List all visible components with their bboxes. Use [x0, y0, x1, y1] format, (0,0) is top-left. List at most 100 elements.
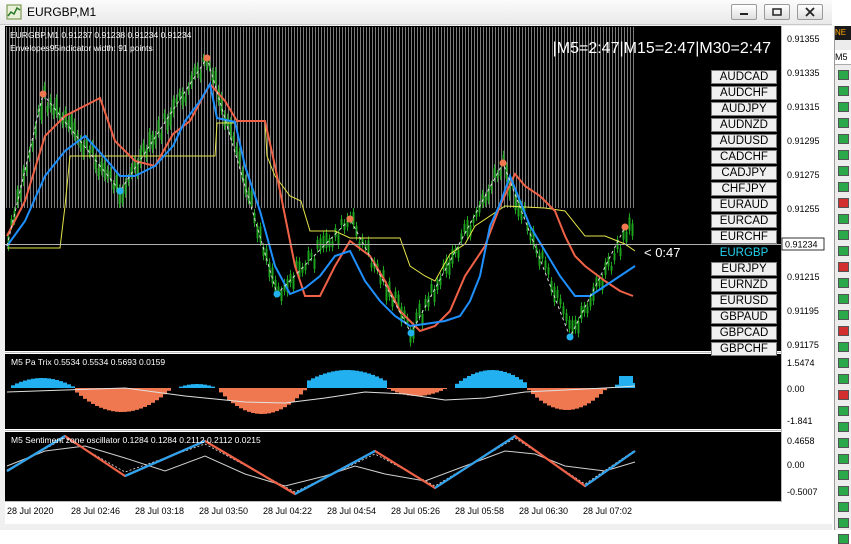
trix-bar-negative: [235, 388, 239, 406]
trix-bar-negative: [539, 388, 543, 401]
trix-bar-positive: [15, 383, 19, 388]
symbol-button-audnzd[interactable]: AUDNZD: [711, 118, 777, 132]
candle-body: [55, 98, 58, 115]
minimize-button[interactable]: [731, 4, 757, 20]
trix-bar-positive: [359, 371, 363, 388]
candle-body: [94, 157, 97, 170]
strip-indicator-cell: [838, 342, 849, 352]
trix-bar-negative: [271, 388, 275, 413]
symbol-button-eurnzd[interactable]: EURNZD: [711, 278, 777, 292]
trough-dot: [116, 187, 124, 195]
current-price-label: 0.91234: [785, 240, 818, 250]
symbol-button-eurjpy[interactable]: EURJPY: [711, 262, 777, 276]
trix-bar-positive: [311, 378, 315, 388]
sentiment-tick: -0.5007: [787, 487, 818, 497]
symbol-button-eurgbp[interactable]: EURGBP: [711, 246, 777, 260]
strip-tab[interactable]: M5: [835, 50, 851, 65]
trix-bar-positive: [487, 370, 491, 388]
trix-tick: 0.00: [787, 384, 805, 394]
symbol-button-eurcad[interactable]: EURCAD: [711, 214, 777, 228]
candle-body: [457, 249, 460, 258]
trix-bar-negative: [583, 388, 587, 406]
candle-body: [367, 240, 370, 254]
sentiment-tick: 0.00: [787, 460, 805, 470]
sentiment-info-label: M5 Sentiment zone oscillator 0.1284 0.12…: [11, 435, 261, 445]
symbol-button-cadjpy[interactable]: CADJPY: [711, 166, 777, 180]
candle-body: [613, 252, 616, 261]
trix-bar-positive: [31, 378, 35, 388]
price-tick: 0.91355: [787, 34, 820, 44]
trough-dot: [407, 329, 415, 337]
trix-bar-positive: [11, 385, 15, 388]
candle-body: [610, 265, 613, 271]
symbol-button-euraud[interactable]: EURAUD: [711, 198, 777, 212]
symbol-button-eurchf[interactable]: EURCHF: [711, 230, 777, 244]
trix-bar-positive: [55, 379, 59, 388]
trix-bar-negative: [567, 388, 571, 410]
time-tick: 28 Jul 02:46: [71, 506, 120, 516]
symbol-button-gbpcad[interactable]: GBPCAD: [711, 326, 777, 340]
price-tick: 0.91315: [787, 102, 820, 112]
symbol-button-cadchf[interactable]: CADCHF: [711, 150, 777, 164]
symbol-button-audchf[interactable]: AUDCHF: [711, 86, 777, 100]
trix-bar-negative: [99, 388, 103, 408]
price-axis[interactable]: 0.91355 0.91335 0.91315 0.91295 0.91275 …: [781, 34, 825, 350]
trix-bar-positive: [371, 374, 375, 388]
trix-bar-negative: [155, 388, 159, 401]
trix-bar-positive: [331, 371, 335, 388]
trix-bar-negative: [571, 388, 575, 410]
window-titlebar[interactable]: EURGBP,M1: [0, 0, 832, 25]
strip-indicator-cell: [838, 86, 849, 96]
candle-body: [625, 231, 628, 243]
symbol-button-chfjpy[interactable]: CHFJPY: [711, 182, 777, 196]
candle-body: [268, 262, 271, 278]
trix-bar-positive: [479, 371, 483, 388]
trix-bar-positive: [467, 375, 471, 388]
trix-bar-positive: [379, 378, 383, 388]
strip-indicator-cell: [838, 198, 849, 208]
trix-bar-positive: [47, 378, 51, 388]
strip-indicator-cell: [838, 406, 849, 416]
peak-dot: [499, 159, 507, 167]
trix-bar-negative: [299, 388, 303, 395]
candle-body: [586, 306, 589, 314]
symbol-button-audcad[interactable]: AUDCAD: [711, 70, 777, 84]
trix-bar-negative: [123, 388, 127, 412]
symbol-button-gbpchf[interactable]: GBPCHF: [711, 342, 777, 356]
candle-body: [205, 61, 208, 67]
symbol-button-audusd[interactable]: AUDUSD: [711, 134, 777, 148]
trix-info-label: M5 Pa Trix 0.5534 0.5534 0.5693 0.0159: [11, 357, 165, 367]
trix-bar-positive: [475, 372, 479, 388]
trix-bar-positive: [511, 374, 515, 388]
candle-body: [493, 168, 496, 179]
candle-body: [556, 289, 559, 299]
peak-dot: [203, 54, 211, 62]
trix-bar-positive: [191, 384, 195, 388]
trix-bar-negative: [263, 388, 267, 414]
maximize-button[interactable]: [764, 4, 790, 20]
symbol-button-audjpy[interactable]: AUDJPY: [711, 102, 777, 116]
time-axis[interactable]: 28 Jul 2020 28 Jul 02:46 28 Jul 03:18 28…: [7, 506, 632, 516]
strip-indicator-cell: [838, 310, 849, 320]
close-button[interactable]: [797, 4, 823, 20]
chart-area[interactable]: EURGBP,M1 0.91237 0.91238 0.91234 0.9123…: [5, 26, 833, 524]
trix-bar-negative: [415, 388, 419, 396]
trix-bar-negative: [559, 388, 563, 410]
trix-bar-positive: [383, 380, 387, 388]
trix-bar-negative: [587, 388, 591, 404]
symbol-button-gbpaud[interactable]: GBPAUD: [711, 310, 777, 324]
trix-bar-negative: [439, 388, 443, 391]
peak-dot: [39, 90, 47, 98]
candle-body: [499, 170, 502, 177]
symbol-button-eurusd[interactable]: EURUSD: [711, 294, 777, 308]
price-tick: 0.91195: [787, 306, 819, 316]
candle-body: [259, 226, 262, 242]
peak-dot: [621, 223, 629, 231]
strip-indicator-cell: [838, 150, 849, 160]
trix-bar-negative: [399, 388, 403, 394]
restore-icon: [772, 8, 782, 16]
candle-body: [154, 135, 157, 145]
trix-bar-negative: [87, 388, 91, 402]
trix-bar-negative: [303, 388, 307, 391]
strip-indicator-cell: [838, 438, 849, 448]
